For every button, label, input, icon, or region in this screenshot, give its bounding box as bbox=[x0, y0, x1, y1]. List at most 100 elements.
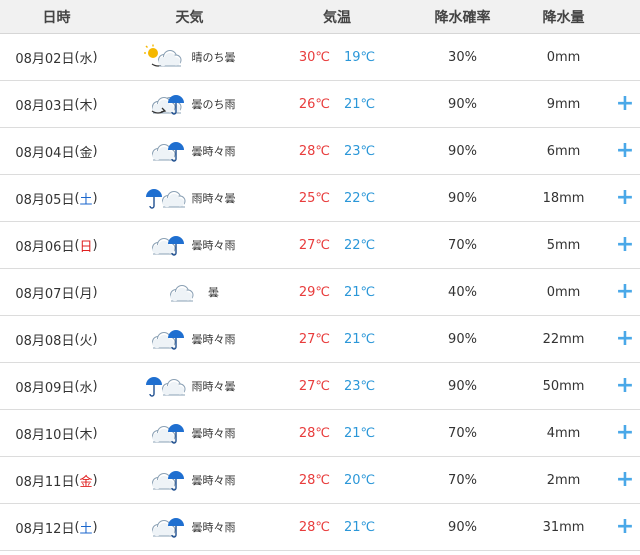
temp-high: 28℃ bbox=[298, 472, 330, 488]
precip-amount: 0mm bbox=[546, 49, 581, 65]
precip-probability: 90% bbox=[448, 378, 477, 394]
temp-low: 22℃ bbox=[344, 237, 376, 253]
precip-probability: 90% bbox=[448, 143, 477, 159]
expand-plus-button[interactable]: + bbox=[616, 281, 634, 303]
expand-plus-button[interactable]: + bbox=[616, 516, 634, 538]
weather-text: 曇時々雨 bbox=[191, 521, 236, 534]
expand-cell: + bbox=[610, 128, 640, 174]
expand-cell: + bbox=[610, 316, 640, 362]
day-of-week: 木 bbox=[79, 98, 93, 114]
cloudy-sometimes-rain-icon bbox=[151, 471, 184, 491]
temperature-cell: 28℃ 21℃ bbox=[266, 504, 408, 550]
weather-cell: 曇時々雨 bbox=[113, 457, 266, 503]
temp-high: 28℃ bbox=[298, 143, 330, 159]
sunny-then-cloudy-icon bbox=[143, 44, 181, 67]
weather-text: 曇時々雨 bbox=[191, 145, 236, 158]
weather-cell: 曇 bbox=[113, 269, 266, 315]
precip-probability: 90% bbox=[448, 190, 477, 206]
expand-plus-button[interactable]: + bbox=[616, 93, 634, 115]
precip-amount: 9mm bbox=[546, 96, 581, 112]
date-text: 08月09日 bbox=[15, 380, 75, 396]
table-row: 08月04日(金) 曇時々雨 28℃ 23℃ 90% 6mm + bbox=[0, 128, 640, 175]
precip-probability: 70% bbox=[448, 237, 477, 253]
precip-probability: 90% bbox=[448, 331, 477, 347]
day-of-week: 水 bbox=[79, 51, 93, 67]
date-cell: 08月09日(水) bbox=[15, 378, 98, 396]
weather-text: 曇時々雨 bbox=[191, 474, 236, 487]
weather-text: 曇時々雨 bbox=[191, 239, 236, 252]
weather-text: 曇時々雨 bbox=[191, 427, 236, 440]
table-header: 日時 天気 気温 降水確率 降水量 bbox=[0, 0, 640, 34]
date-cell: 08月02日(水) bbox=[15, 49, 98, 67]
date-text: 08月03日 bbox=[15, 98, 75, 114]
weather-cell: 曇時々雨 bbox=[113, 316, 266, 362]
temperature-cell: 27℃ 22℃ bbox=[266, 222, 408, 268]
day-of-week: 土 bbox=[79, 521, 93, 537]
weather-text: 雨時々曇 bbox=[191, 380, 236, 393]
day-of-week: 金 bbox=[79, 474, 93, 490]
temp-high: 29℃ bbox=[298, 284, 330, 300]
header-weather: 天気 bbox=[175, 9, 204, 26]
temp-low: 19℃ bbox=[344, 49, 376, 65]
expand-cell: + bbox=[610, 175, 640, 221]
expand-cell: + bbox=[610, 410, 640, 456]
precip-amount: 22mm bbox=[542, 331, 585, 347]
date-cell: 08月10日(木) bbox=[15, 425, 98, 443]
expand-plus-button[interactable]: + bbox=[616, 328, 634, 350]
temp-low: 23℃ bbox=[344, 143, 376, 159]
weather-cell: 曇時々雨 bbox=[113, 410, 266, 456]
weather-cell: 曇時々雨 bbox=[113, 504, 266, 550]
table-row: 08月08日(火) 曇時々雨 27℃ 21℃ 90% 22mm + bbox=[0, 316, 640, 363]
date-text: 08月08日 bbox=[15, 333, 75, 349]
date-cell: 08月12日(土) bbox=[15, 519, 98, 537]
table-row: 08月12日(土) 曇時々雨 28℃ 21℃ 90% 31mm + bbox=[0, 504, 640, 551]
temp-low: 21℃ bbox=[344, 96, 376, 112]
temp-high: 30℃ bbox=[298, 49, 330, 65]
cloudy-icon bbox=[170, 285, 194, 302]
expand-plus-button[interactable]: + bbox=[616, 187, 634, 209]
date-text: 08月11日 bbox=[15, 474, 75, 490]
temperature-cell: 28℃ 21℃ bbox=[266, 410, 408, 456]
expand-plus-button[interactable]: + bbox=[616, 140, 634, 162]
weekly-forecast-table: 日時 天気 気温 降水確率 降水量 08月02日(水) 晴のち曇 30℃ 19℃ 30%… bbox=[0, 0, 640, 551]
temperature-cell: 28℃ 23℃ bbox=[266, 128, 408, 174]
date-text: 08月10日 bbox=[15, 427, 75, 443]
weather-cell: 曇時々雨 bbox=[113, 222, 266, 268]
weather-text: 雨時々曇 bbox=[191, 192, 236, 205]
temp-high: 27℃ bbox=[298, 378, 330, 394]
weather-cell: 曇時々雨 bbox=[113, 128, 266, 174]
temp-low: 21℃ bbox=[344, 284, 376, 300]
header-temperature: 気温 bbox=[323, 9, 351, 26]
temp-low: 20℃ bbox=[344, 472, 376, 488]
expand-cell bbox=[610, 34, 640, 80]
table-row: 08月02日(水) 晴のち曇 30℃ 19℃ 30% 0mm bbox=[0, 34, 640, 81]
date-text: 08月07日 bbox=[15, 286, 75, 302]
temp-low: 23℃ bbox=[344, 378, 376, 394]
table-row: 08月05日(土) 雨時々曇 25℃ 22℃ 90% 18mm + bbox=[0, 175, 640, 222]
expand-plus-button[interactable]: + bbox=[616, 469, 634, 491]
date-cell: 08月06日(日) bbox=[15, 237, 98, 255]
table-row: 08月11日(金) 曇時々雨 28℃ 20℃ 70% 2mm + bbox=[0, 457, 640, 504]
date-cell: 08月04日(金) bbox=[15, 143, 98, 161]
precip-amount: 0mm bbox=[546, 284, 581, 300]
date-cell: 08月05日(土) bbox=[15, 190, 98, 208]
precip-probability: 90% bbox=[448, 96, 477, 112]
expand-plus-button[interactable]: + bbox=[616, 422, 634, 444]
table-row: 08月06日(日) 曇時々雨 27℃ 22℃ 70% 5mm + bbox=[0, 222, 640, 269]
expand-cell: + bbox=[610, 81, 640, 127]
day-of-week: 日 bbox=[79, 239, 93, 255]
precip-probability: 40% bbox=[448, 284, 477, 300]
temperature-cell: 27℃ 21℃ bbox=[266, 316, 408, 362]
date-text: 08月06日 bbox=[15, 239, 75, 255]
precip-amount: 4mm bbox=[546, 425, 581, 441]
precip-amount: 5mm bbox=[546, 237, 581, 253]
expand-cell: + bbox=[610, 504, 640, 550]
expand-plus-button[interactable]: + bbox=[616, 234, 634, 256]
cloudy-sometimes-rain-icon bbox=[151, 236, 184, 256]
expand-plus-button[interactable]: + bbox=[616, 375, 634, 397]
temperature-cell: 25℃ 22℃ bbox=[266, 175, 408, 221]
day-of-week: 月 bbox=[79, 286, 93, 302]
temp-high: 28℃ bbox=[298, 425, 330, 441]
precip-amount: 18mm bbox=[542, 190, 585, 206]
rain-sometimes-cloudy-icon bbox=[145, 377, 185, 397]
